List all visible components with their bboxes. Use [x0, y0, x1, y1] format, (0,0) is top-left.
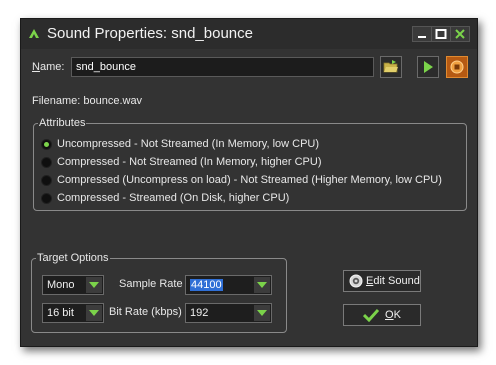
bit-depth-value: 16 bit: [47, 307, 74, 319]
maximize-icon: [435, 29, 447, 39]
stop-sound-button[interactable]: [446, 56, 468, 78]
name-label-accelerator: N: [32, 61, 40, 73]
sound-properties-window: Sound Properties: snd_bounce Name: snd_b…: [20, 18, 478, 347]
ok-accelerator: O: [385, 309, 394, 321]
sample-rate-label: Sample Rate: [119, 278, 183, 290]
chevron-down-icon: [89, 282, 99, 288]
attributes-legend: Attributes: [39, 117, 86, 129]
edit-sound-button[interactable]: Edit Sound: [343, 270, 421, 292]
app-logo-icon: [29, 29, 39, 40]
minimize-icon: [418, 36, 426, 38]
stop-icon: [450, 60, 464, 74]
load-sound-button[interactable]: [380, 56, 402, 78]
close-icon: [455, 29, 465, 39]
edit-sound-label-rest: dit Sound: [373, 275, 420, 287]
sample-rate-dropdown-button[interactable]: [254, 277, 270, 293]
radio-unselected-icon: [41, 193, 52, 204]
name-label: Name:: [32, 61, 64, 73]
sample-rate-value[interactable]: 44100: [190, 279, 223, 291]
filename-text: Filename: bounce.wav: [32, 95, 143, 107]
chevron-down-icon: [257, 282, 267, 288]
radio-unselected-icon: [41, 157, 52, 168]
close-button[interactable]: [450, 26, 470, 42]
name-label-rest: ame:: [39, 61, 65, 73]
edit-sound-icon: [349, 274, 363, 288]
attribute-option-label: Compressed - Not Streamed (In Memory, hi…: [57, 156, 322, 168]
channels-value: Mono: [47, 279, 75, 291]
maximize-button[interactable]: [431, 26, 451, 42]
bit-rate-select[interactable]: 192: [185, 303, 272, 323]
open-folder-icon: [383, 60, 398, 73]
bit-rate-dropdown-button[interactable]: [254, 305, 270, 321]
ok-label: OK: [385, 309, 401, 321]
attribute-option-label: Compressed (Uncompress on load) - Not St…: [57, 174, 442, 186]
play-sound-button[interactable]: [417, 56, 439, 78]
sample-rate-select[interactable]: 44100: [185, 275, 272, 295]
window-title: Sound Properties: snd_bounce: [47, 25, 253, 42]
radio-unselected-icon: [41, 175, 52, 186]
channels-dropdown-button[interactable]: [86, 277, 102, 293]
play-icon: [424, 61, 433, 73]
checkmark-icon: [363, 308, 379, 322]
attribute-option-label: Compressed - Streamed (On Disk, higher C…: [57, 192, 290, 204]
chevron-down-icon: [89, 310, 99, 316]
bit-depth-select[interactable]: 16 bit: [42, 303, 104, 323]
bit-rate-value: 192: [190, 307, 209, 319]
ok-button[interactable]: OK: [343, 304, 421, 326]
name-input[interactable]: snd_bounce: [71, 57, 374, 77]
edit-sound-label: Edit Sound: [366, 275, 420, 287]
title-bar[interactable]: Sound Properties: snd_bounce: [21, 19, 477, 49]
ok-label-rest: K: [393, 309, 401, 321]
bit-rate-label: Bit Rate (kbps): [109, 306, 182, 318]
radio-selected-icon: [41, 139, 52, 150]
minimize-button[interactable]: [412, 26, 432, 42]
bit-depth-dropdown-button[interactable]: [86, 305, 102, 321]
target-options-legend: Target Options: [37, 252, 109, 264]
channels-select[interactable]: Mono: [42, 275, 104, 295]
attribute-option-label: Uncompressed - Not Streamed (In Memory, …: [57, 138, 320, 150]
chevron-down-icon: [257, 310, 267, 316]
